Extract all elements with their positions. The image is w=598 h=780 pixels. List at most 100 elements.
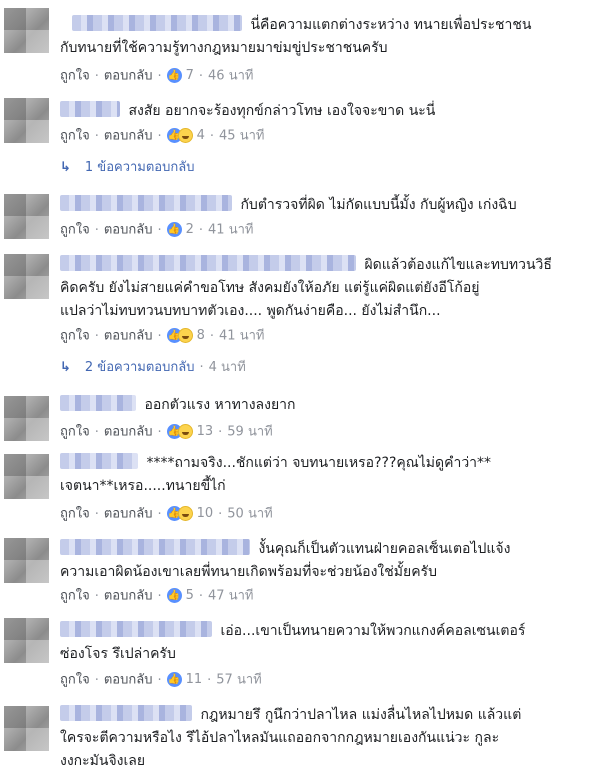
avatar[interactable] <box>4 254 49 299</box>
separator: · <box>218 506 223 522</box>
comment-text: แปลว่าไม่ทบทวนบทบาทตัวเอง.... พูดกันง่าย… <box>60 303 441 319</box>
reaction-count: 13 <box>196 424 214 439</box>
separator: · <box>157 222 162 238</box>
comment-text: ผิดแล้วต้องแก้ไขและทบทวนวิธี <box>364 257 552 273</box>
like-button[interactable]: ถูกใจ <box>60 425 90 440</box>
like-button[interactable]: ถูกใจ <box>60 329 90 344</box>
comment-time[interactable]: 57 นาที <box>216 673 261 688</box>
commenter-name-blurred[interactable] <box>60 453 138 469</box>
comment-text: กฎหมายรึ กูนึกว่าปลาไหล แม่งลื่นไหลไปหมด… <box>200 707 522 723</box>
reactions[interactable]: 2 <box>166 220 194 240</box>
avatar[interactable] <box>4 8 49 53</box>
separator: · <box>218 424 223 440</box>
view-replies-link[interactable]: ↳ 2 ข้อความตอบกลับ · 4 นาที <box>60 358 246 378</box>
reply-button[interactable]: ตอบกลับ <box>104 223 153 238</box>
reaction-count: 7 <box>185 68 194 83</box>
separator: · <box>157 588 162 604</box>
reactions[interactable]: 10 <box>166 504 213 524</box>
separator: · <box>198 588 204 604</box>
separator: · <box>209 328 215 344</box>
like-button[interactable]: ถูกใจ <box>60 69 90 84</box>
separator: · <box>94 68 99 84</box>
separator: · <box>94 328 99 344</box>
separator: · <box>94 424 99 440</box>
commenter-name-blurred[interactable] <box>60 539 250 555</box>
comment-text: ออกตัวแรง หาทางลงยาก <box>144 397 296 413</box>
like-reaction-icon <box>166 66 182 86</box>
reply-button[interactable]: ตอบกลับ <box>104 129 153 144</box>
reaction-count: 11 <box>185 672 203 687</box>
comment-text: ความเอาผิดน้องเขาเลยพี่ทนายเกิดพร้อมที่จ… <box>60 564 437 580</box>
separator: · <box>157 506 162 522</box>
commenter-name-blurred[interactable] <box>72 15 242 31</box>
replies-count-text[interactable]: 1 ข้อความตอบกลับ <box>85 160 195 175</box>
comment-text: งั้นคุณก็เป็นตัวแทนฝ่ายคอลเซ็นเตอไปแจ้ง <box>258 541 511 557</box>
reply-button[interactable]: ตอบกลับ <box>104 507 153 522</box>
separator: · <box>94 128 99 144</box>
avatar[interactable] <box>4 454 49 499</box>
comment-time[interactable]: 59 นาที <box>227 425 272 440</box>
comment-text: ใครจะตีความหรือไง รึไอ้ปลาไหลมันแถออกจาก… <box>60 730 500 746</box>
separator: · <box>157 672 162 688</box>
like-button[interactable]: ถูกใจ <box>60 673 90 688</box>
reactions[interactable]: 7 <box>166 66 194 86</box>
like-reaction-icon <box>166 220 182 240</box>
reply-button[interactable]: ตอบกลับ <box>104 425 153 440</box>
replies-count-text[interactable]: 2 ข้อความตอบกลับ <box>85 360 195 375</box>
reactions[interactable]: 4 <box>166 126 205 146</box>
comment-time[interactable]: 46 นาที <box>208 69 253 84</box>
comment-actions: ถูกใจ · ตอบกลับ · 2 · 41 นาที <box>60 220 253 240</box>
comment-actions: ถูกใจ · ตอบกลับ · 5 · 47 นาที <box>60 586 253 606</box>
view-replies-link[interactable]: ↳ 1 ข้อความตอบกลับ <box>60 158 194 178</box>
comment-time[interactable]: 41 นาที <box>208 223 253 238</box>
comment-actions: ถูกใจ · ตอบกลับ · 10 · 50 นาที <box>60 504 273 524</box>
haha-reaction-icon <box>177 424 193 439</box>
comment-actions: ถูกใจ · ตอบกลับ · 4 · 45 นาที <box>60 126 264 146</box>
like-button[interactable]: ถูกใจ <box>60 223 90 238</box>
commenter-name-blurred[interactable] <box>60 395 136 411</box>
avatar[interactable] <box>4 618 49 663</box>
reply-button[interactable]: ตอบกลับ <box>104 69 153 84</box>
commenter-name-blurred[interactable] <box>60 705 192 721</box>
reply-button[interactable]: ตอบกลับ <box>104 589 153 604</box>
comment-text: ซ่องโจร รึเปล่าครับ <box>60 646 176 662</box>
reactions[interactable]: 8 <box>166 326 205 346</box>
like-button[interactable]: ถูกใจ <box>60 507 90 522</box>
reply-button[interactable]: ตอบกลับ <box>104 329 153 344</box>
commenter-name-blurred[interactable] <box>60 255 356 271</box>
comment-time[interactable]: 47 นาที <box>208 589 253 604</box>
separator: · <box>207 672 212 688</box>
comment-time[interactable]: 45 นาที <box>219 129 264 144</box>
avatar[interactable] <box>4 538 49 583</box>
like-button[interactable]: ถูกใจ <box>60 129 90 144</box>
separator: · <box>199 360 204 375</box>
comment-text: นี่คือความแตกต่างระหว่าง ทนายเพื่อประชาช… <box>250 17 532 33</box>
reactions[interactable]: 5 <box>166 586 194 606</box>
separator: · <box>198 68 204 84</box>
avatar[interactable] <box>4 194 49 239</box>
comment-actions: ถูกใจ · ตอบกลับ · 8 · 41 นาที <box>60 326 264 346</box>
avatar[interactable] <box>4 706 49 751</box>
separator: · <box>157 128 162 144</box>
comment-time[interactable]: 41 นาที <box>219 329 264 344</box>
comment-actions: ถูกใจ · ตอบกลับ · 13 · 59 นาที <box>60 422 273 442</box>
commenter-name-blurred[interactable] <box>60 195 232 211</box>
reactions[interactable]: 13 <box>166 422 214 442</box>
separator: · <box>157 68 162 84</box>
comment-text: กับทนายที่ใช้ความรู้ทางกฎหมายมาข่มขู่ประ… <box>60 40 388 56</box>
reactions[interactable]: 11 <box>166 670 203 690</box>
haha-reaction-icon <box>177 506 193 521</box>
reply-button[interactable]: ตอบกลับ <box>104 673 153 688</box>
avatar[interactable] <box>4 98 49 143</box>
comment-actions: ถูกใจ · ตอบกลับ · 11 · 57 นาที <box>60 670 262 690</box>
comment-time[interactable]: 50 นาที <box>227 507 272 522</box>
like-button[interactable]: ถูกใจ <box>60 589 90 604</box>
like-reaction-icon <box>166 670 182 690</box>
reaction-count: 5 <box>185 588 194 603</box>
comment-text: สงสัย อยากจะร้องทุกข์กล่าวโทษ เองใจจะขาด… <box>128 103 436 119</box>
commenter-name-blurred[interactable] <box>60 621 212 637</box>
avatar[interactable] <box>4 396 49 441</box>
commenter-name-blurred[interactable] <box>60 101 120 117</box>
comment-text: ****ถามจริง...ชักแต่ว่า จบทนายเหรอ???คุณ… <box>146 455 492 471</box>
comment-actions: ถูกใจ · ตอบกลับ · 7 · 46 นาที <box>60 66 253 86</box>
